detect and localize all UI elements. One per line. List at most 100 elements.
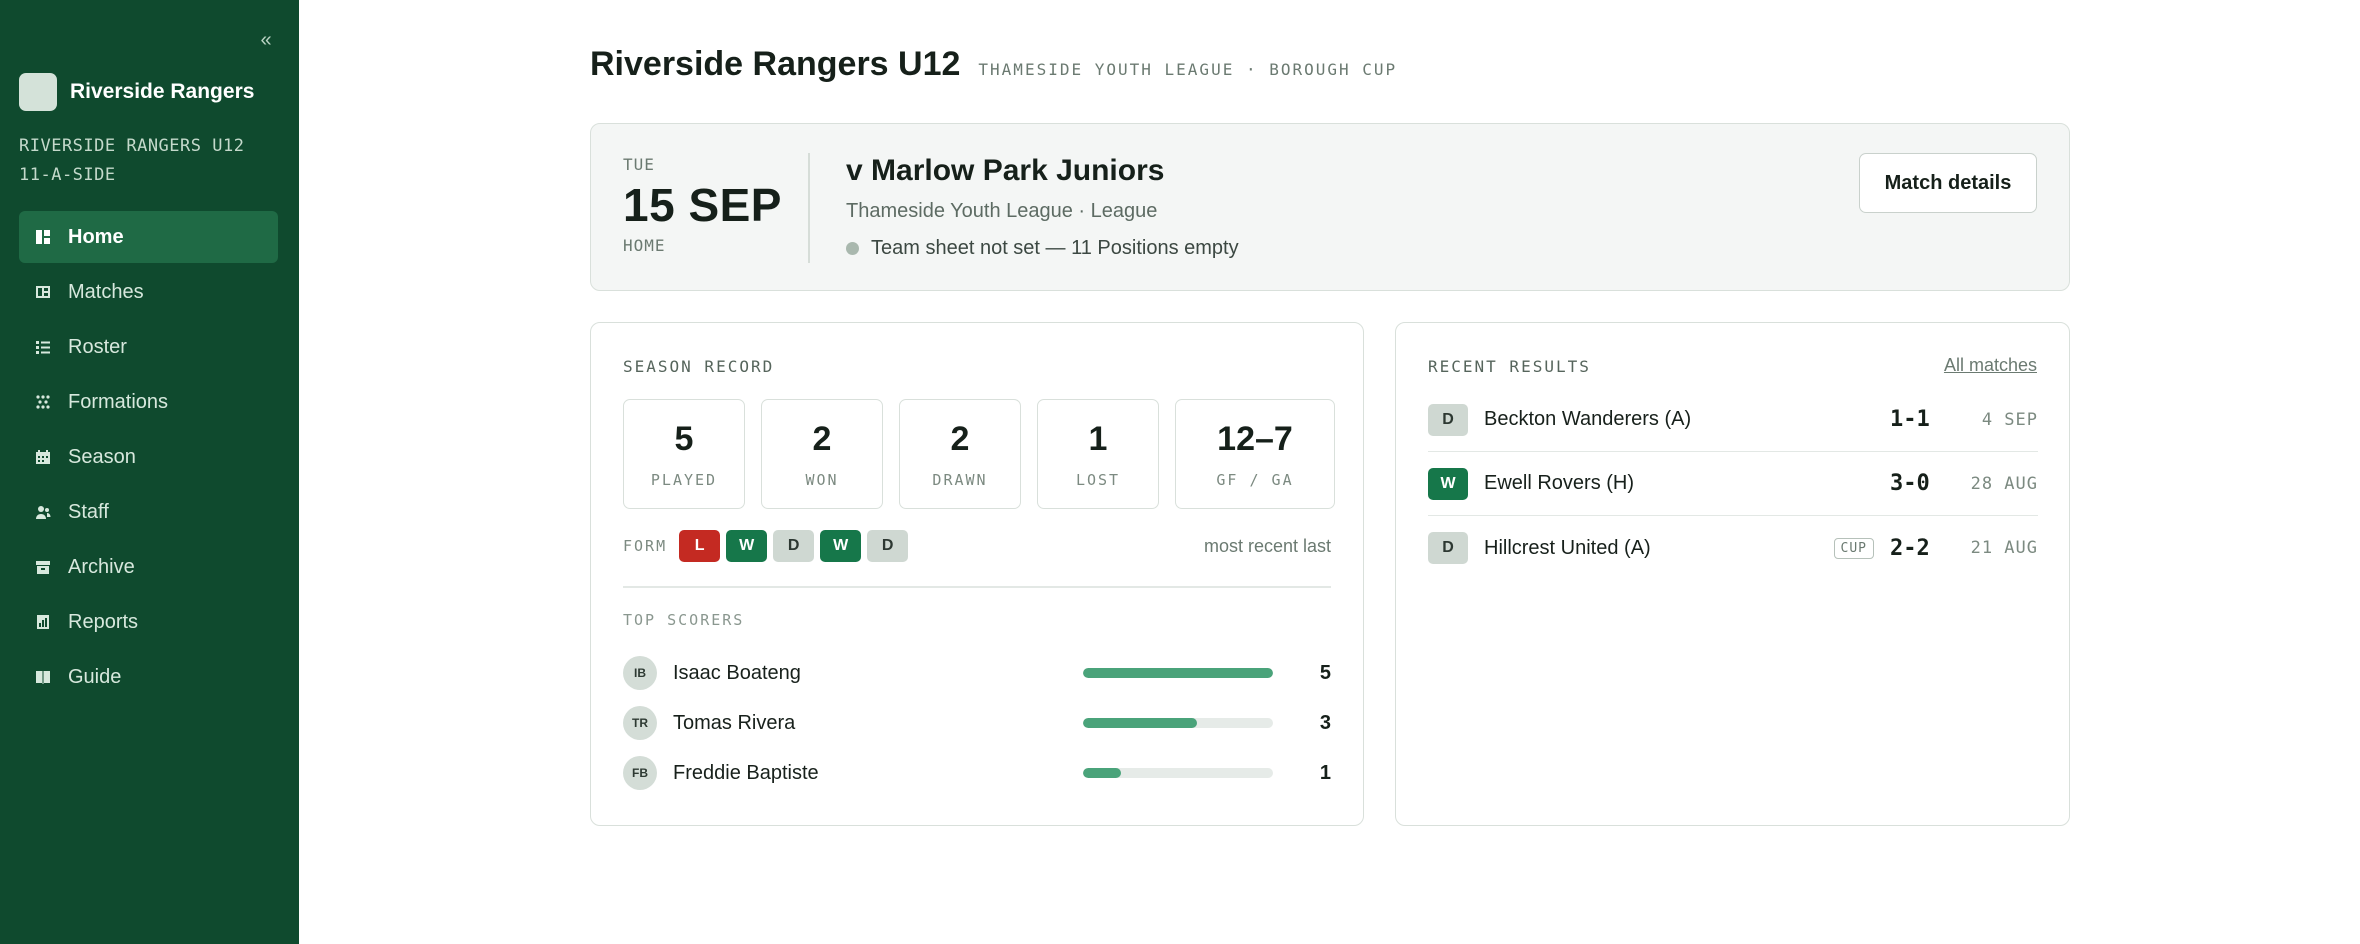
result-opponent: Hillcrest United (A) xyxy=(1484,536,1651,559)
sidebar-item-formations[interactable]: Formations xyxy=(19,376,278,428)
status-dot-icon xyxy=(846,242,859,255)
sidebar-item-staff[interactable]: Staff xyxy=(19,486,278,538)
scorer-row[interactable]: IB Isaac Boateng 5 xyxy=(623,648,1331,698)
sidebar-item-label: Reports xyxy=(68,610,139,633)
goals-bar-fill xyxy=(1083,668,1273,678)
team-sheet-status-text: Team sheet not set — 11 Positions empty xyxy=(871,237,1239,259)
brand-name: Riverside Rangers xyxy=(70,80,255,103)
sidebar-item-label: Staff xyxy=(68,500,109,523)
stat-label: GF / GA xyxy=(1216,470,1294,489)
sidebar-item-label: Roster xyxy=(68,335,127,358)
sidebar-nav: Home Matches Roster Formations Season Staff Ar… xyxy=(19,211,278,706)
result-badge: D xyxy=(1428,403,1468,436)
form-chip: W xyxy=(726,530,768,562)
season-record-card: SEASON RECORD 5 PLAYED 2 WON 2 DRAWN 1 LOST 12–7… xyxy=(590,322,1364,826)
brand[interactable]: Riverside Rangers xyxy=(19,73,254,111)
page-subtitle: THAMESIDE YOUTH LEAGUE · BOROUGH CUP xyxy=(978,60,1398,79)
result-opponent: Ewell Rovers (H) xyxy=(1484,472,1635,494)
scorer-name: Freddie Baptiste xyxy=(673,761,819,784)
sidebar-item-reports[interactable]: Reports xyxy=(19,596,278,648)
goals-bar xyxy=(1083,718,1273,728)
sidebar-item-roster[interactable]: Roster xyxy=(19,321,278,373)
calendar-icon xyxy=(34,448,52,466)
result-date: 4 SEP xyxy=(1981,409,2038,430)
form-chip: W xyxy=(820,530,862,562)
opponent-name: v Marlow Park Juniors xyxy=(846,154,1165,187)
stat-won: 2 WON xyxy=(761,399,883,509)
result-date: 21 AUG xyxy=(1970,538,2038,558)
divider xyxy=(623,586,1331,588)
match-day: TUE xyxy=(623,155,655,174)
scorer-row[interactable]: FB Freddie Baptiste 1 xyxy=(623,748,1331,798)
sidebar-item-matches[interactable]: Matches xyxy=(19,266,278,318)
scorer-name: Tomas Rivera xyxy=(673,711,796,734)
stat-played: 5 PLAYED xyxy=(623,399,745,509)
result-opponent: Beckton Wanderers (A) xyxy=(1484,408,1692,430)
season-record-label: SEASON RECORD xyxy=(623,357,775,376)
sidebar-item-archive[interactable]: Archive xyxy=(19,541,278,593)
reports-icon xyxy=(34,613,52,631)
divider xyxy=(808,153,810,263)
archive-icon xyxy=(34,558,52,576)
scorer-goals: 5 xyxy=(1319,661,1331,684)
sidebar-item-label: Archive xyxy=(68,555,135,578)
sidebar-item-label: Formations xyxy=(68,390,169,413)
stat-label: WON xyxy=(805,470,839,489)
result-badge: D xyxy=(1428,532,1468,564)
formation-icon xyxy=(34,393,52,411)
stat-value: 1 xyxy=(1088,419,1108,458)
top-scorers-label: TOP SCORERS xyxy=(623,611,745,629)
goals-bar xyxy=(1083,668,1273,678)
goals-bar xyxy=(1083,768,1273,778)
team-sheet-status: Team sheet not set — 11 Positions empty xyxy=(846,237,1239,260)
stat-label: DRAWN xyxy=(932,470,988,489)
result-score: 2-2 xyxy=(1890,535,1930,561)
result-row[interactable]: D Beckton Wanderers (A) 1-1 4 SEP xyxy=(1428,388,2038,452)
sidebar: « Riverside Rangers RIVERSIDE RANGERS U1… xyxy=(0,0,299,944)
form-chip: D xyxy=(867,530,909,562)
goals-bar-fill xyxy=(1083,718,1197,728)
result-badge: W xyxy=(1428,467,1468,500)
team-meta: RIVERSIDE RANGERS U12 11-A-SIDE xyxy=(19,132,244,190)
form-chips: LWDWD xyxy=(679,530,914,562)
top-scorers-list: IB Isaac Boateng 5 TR Tomas Rivera 3 FB Freddie… xyxy=(623,648,1331,798)
match-venue: HOME xyxy=(623,236,666,255)
result-row[interactable]: D Hillcrest United (A) CUP 2-2 21 AUG xyxy=(1428,516,2038,580)
match-details-button[interactable]: Match details xyxy=(1859,153,2037,213)
match-info: v Marlow Park Juniors Thameside Youth Le… xyxy=(846,154,1239,260)
next-match-card: TUE 15 SEP HOME v Marlow Park Juniors Th… xyxy=(590,123,2070,291)
team-name-line: RIVERSIDE RANGERS U12 xyxy=(19,136,245,156)
scorer-row[interactable]: TR Tomas Rivera 3 xyxy=(623,698,1331,748)
stat-label: PLAYED xyxy=(650,470,718,489)
form-chip: D xyxy=(773,530,815,562)
stat-lost: 1 LOST xyxy=(1037,399,1159,509)
goals-bar-fill xyxy=(1083,768,1121,778)
list-icon xyxy=(34,338,52,356)
stat-gf-ga: 12–7 GF / GA xyxy=(1175,399,1335,509)
match-date-block: TUE 15 SEP HOME xyxy=(623,155,782,255)
collapse-sidebar-button[interactable]: « xyxy=(256,30,276,50)
matches-icon xyxy=(34,283,52,301)
stat-value: 2 xyxy=(950,419,970,458)
result-row[interactable]: W Ewell Rovers (H) 3-0 28 AUG xyxy=(1428,452,2038,516)
sidebar-item-label: Season xyxy=(68,445,136,468)
sidebar-item-season[interactable]: Season xyxy=(19,431,278,483)
form-label: FORM xyxy=(623,537,668,555)
avatar: IB xyxy=(623,656,657,690)
stat-value: 5 xyxy=(674,419,694,458)
avatar: FB xyxy=(623,756,657,790)
scorer-name: Isaac Boateng xyxy=(673,661,801,684)
stat-label: LOST xyxy=(1075,470,1121,489)
team-format-line: 11-A-SIDE xyxy=(19,165,116,185)
sidebar-item-guide[interactable]: Guide xyxy=(19,651,278,703)
recent-results-card: RECENT RESULTS All matches D Beckton Wand… xyxy=(1395,322,2070,826)
stat-value: 12–7 xyxy=(1217,419,1293,458)
all-matches-link[interactable]: All matches xyxy=(1944,355,2037,376)
staff-icon xyxy=(34,503,52,521)
sidebar-item-home[interactable]: Home xyxy=(19,211,278,263)
guide-icon xyxy=(34,668,52,686)
stat-drawn: 2 DRAWN xyxy=(899,399,1021,509)
cup-badge: CUP xyxy=(1833,537,1874,559)
stat-value: 2 xyxy=(812,419,832,458)
sidebar-item-label: Matches xyxy=(68,280,144,303)
